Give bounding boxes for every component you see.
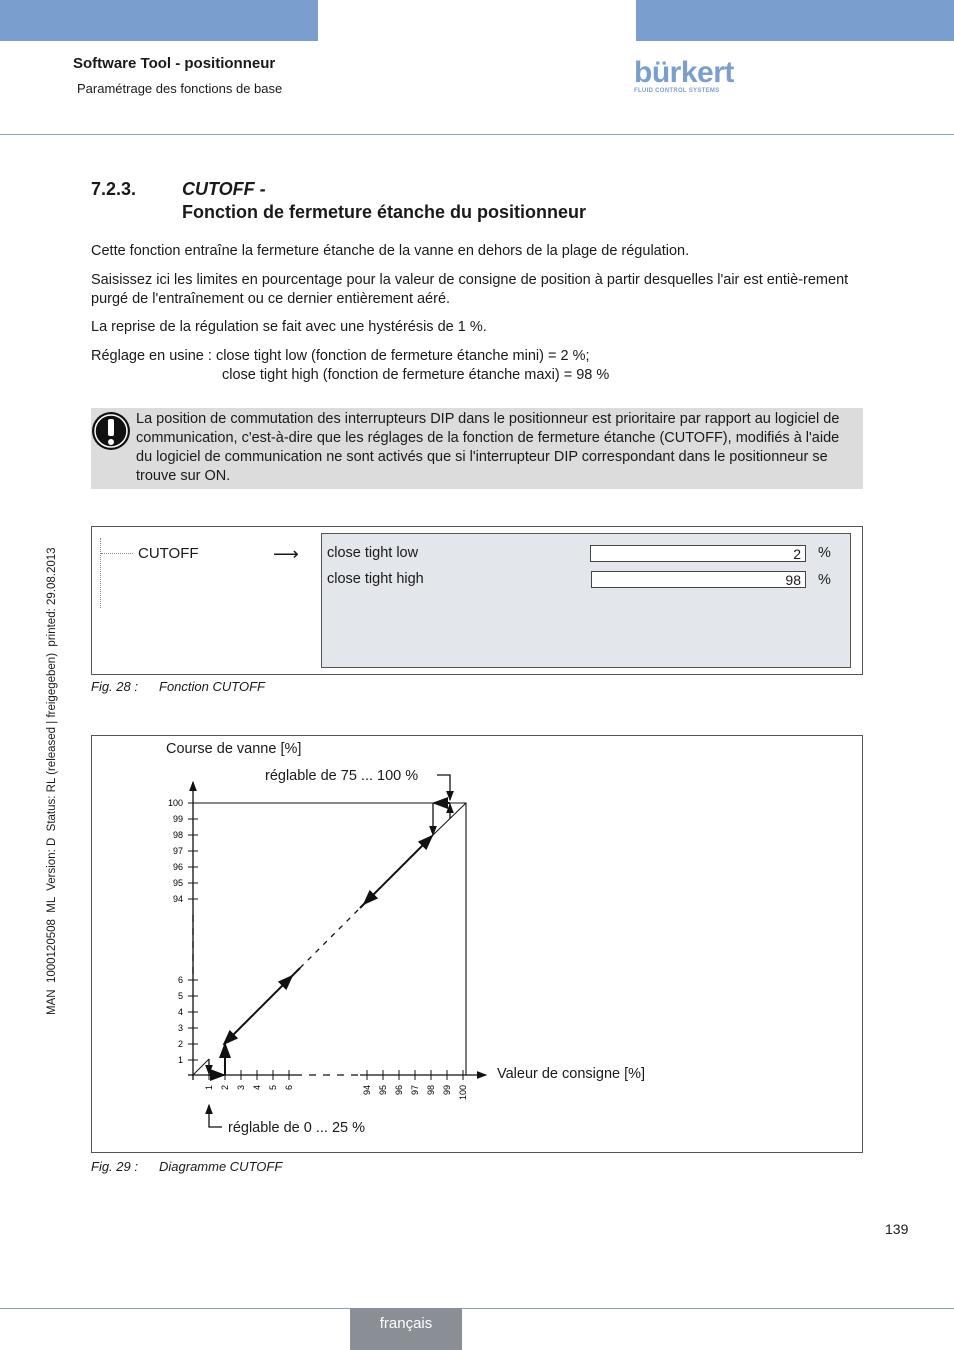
page: Software Tool - positionneur Paramétrage… [0, 0, 954, 1350]
x-tick-label: 97 [410, 1085, 420, 1095]
y-tick-label: 1 [178, 1055, 183, 1065]
x-tick-label: 6 [284, 1085, 294, 1090]
y-tick-label: 97 [173, 846, 183, 856]
y-tick-label: 95 [173, 878, 183, 888]
x-tick-label: 2 [220, 1085, 230, 1090]
arrow-up-right [417, 834, 434, 851]
language-tab[interactable]: français [350, 1308, 462, 1350]
y-tick-label: 100 [168, 798, 183, 808]
y-tick-label: 4 [178, 1007, 183, 1017]
y-tick-label: 98 [173, 830, 183, 840]
arrow-down-left [222, 1029, 239, 1046]
x-tick-label: 99 [442, 1085, 452, 1095]
x-tick-label: 98 [426, 1085, 436, 1095]
x-tick-label: 3 [236, 1085, 246, 1090]
page-number: 139 [885, 1221, 909, 1237]
diag-line [192, 1058, 210, 1076]
x-tick-label: 95 [378, 1085, 388, 1095]
arrow-up-right [277, 974, 294, 991]
x-tick-label: 1 [204, 1085, 214, 1090]
x-tick-label: 100 [458, 1085, 468, 1100]
y-tick-label: 94 [173, 894, 183, 904]
x-tick-label: 5 [268, 1085, 278, 1090]
x-tick-label: 96 [394, 1085, 404, 1095]
y-tick-label: 3 [178, 1023, 183, 1033]
side-print-info: MAN 1000120508 ML Version: D Status: RL … [46, 547, 58, 1015]
figure-caption-number: Fig. 29 : [91, 1159, 138, 1174]
y-tick-label: 96 [173, 862, 183, 872]
diag-line [431, 802, 467, 837]
cutoff-diagram: 100 99 98 97 96 95 94 6 5 4 3 2 1 1 2 3 4 5 6 94 95 96 97 98 99 1… [168, 774, 488, 1128]
y-tick-label: 99 [173, 814, 183, 824]
figure-caption: Diagramme CUTOFF [159, 1159, 283, 1174]
x-tick-label: 94 [362, 1085, 372, 1095]
x-tick-label: 4 [252, 1085, 262, 1090]
diag-dashed [299, 907, 361, 969]
top-callout-arrow [437, 774, 454, 802]
bottom-callout-arrow [205, 1103, 222, 1128]
y-tick-label: 5 [178, 991, 183, 1001]
arrow-down-left [362, 889, 379, 906]
footer-divider [0, 1308, 954, 1309]
y-tick-label: 6 [178, 975, 183, 985]
y-tick-label: 2 [178, 1039, 183, 1049]
